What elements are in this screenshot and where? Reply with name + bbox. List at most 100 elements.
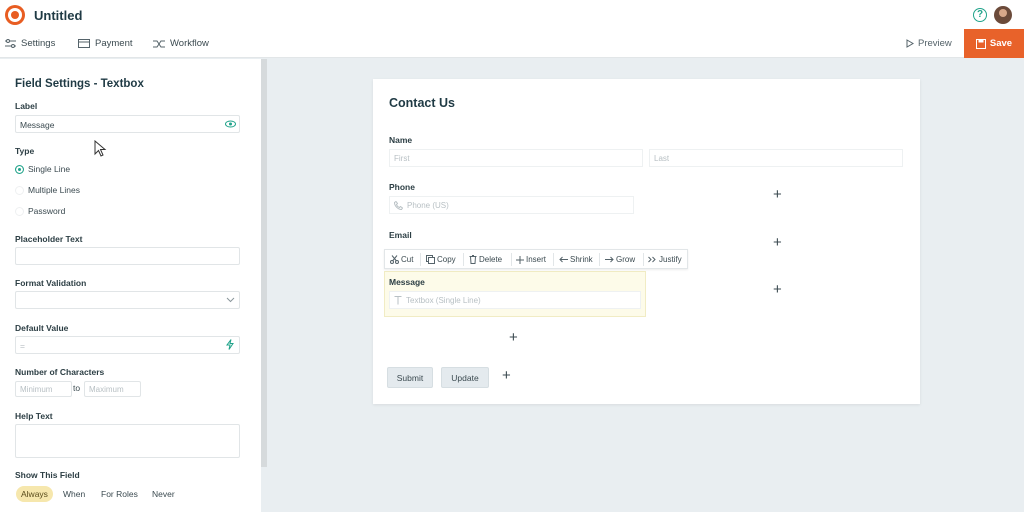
grow-icon	[605, 256, 614, 263]
phone-label[interactable]: Phone	[389, 182, 415, 192]
type-option-label: Multiple Lines	[28, 185, 80, 195]
help-text-input[interactable]	[15, 424, 240, 458]
textbox-icon	[394, 295, 402, 304]
help-text-heading: Help Text	[15, 411, 53, 421]
min-chars-input[interactable]: Minimum	[15, 381, 72, 397]
submit-button[interactable]: Submit	[387, 367, 433, 388]
default-heading: Default Value	[15, 323, 69, 333]
label-input[interactable]: Message	[15, 115, 240, 133]
divider	[553, 253, 554, 266]
show-option-never[interactable]: Never	[147, 486, 180, 502]
form-title-header[interactable]: Untitled	[34, 8, 82, 23]
divider	[643, 253, 644, 266]
preview-button[interactable]: Preview	[906, 38, 952, 49]
chars-heading: Number of Characters	[15, 367, 105, 377]
type-option-multiple-lines[interactable]: Multiple Lines	[15, 185, 80, 195]
eye-icon[interactable]	[225, 120, 236, 128]
max-chars-input[interactable]: Maximum	[84, 381, 141, 397]
insert-button[interactable]: Insert	[516, 255, 546, 264]
grow-label: Grow	[616, 255, 636, 264]
placeholder-input[interactable]	[15, 247, 240, 265]
workflow-icon	[153, 40, 165, 47]
form-canvas	[373, 79, 920, 404]
panel-title: Field Settings - Textbox	[15, 78, 144, 90]
last-name-input[interactable]: Last	[649, 149, 903, 167]
form-title[interactable]: Contact Us	[389, 96, 455, 110]
min-chars-placeholder: Minimum	[20, 385, 53, 394]
chevron-down-icon	[226, 297, 235, 303]
type-option-single-line[interactable]: Single Line	[15, 164, 70, 174]
add-field-plus-icon[interactable]: +	[773, 187, 782, 202]
first-name-placeholder: First	[394, 153, 410, 163]
type-option-label: Single Line	[28, 164, 71, 174]
divider	[463, 253, 464, 266]
add-row-plus-icon[interactable]: +	[509, 330, 518, 345]
copy-icon	[426, 255, 435, 264]
divider	[420, 253, 421, 266]
delete-icon	[469, 255, 477, 264]
copy-button[interactable]: Copy	[426, 255, 456, 264]
justify-label: Justify	[659, 255, 682, 264]
message-placeholder: Textbox (Single Line)	[406, 295, 481, 305]
panel-scrollbar[interactable]	[261, 59, 267, 467]
show-option-always[interactable]: Always	[16, 486, 53, 502]
avatar[interactable]	[994, 6, 1012, 24]
top-header: Untitled ?	[0, 0, 1024, 30]
type-heading: Type	[15, 146, 35, 156]
workflow-label: Workflow	[170, 38, 209, 49]
update-button[interactable]: Update	[441, 367, 489, 388]
divider	[599, 253, 600, 266]
name-label[interactable]: Name	[389, 135, 412, 145]
payment-label: Payment	[95, 38, 133, 49]
format-heading: Format Validation	[15, 278, 87, 288]
cut-button[interactable]: Cut	[390, 255, 413, 264]
first-name-input[interactable]: First	[389, 149, 643, 167]
shrink-button[interactable]: Shrink	[559, 255, 593, 264]
phone-icon	[394, 200, 403, 210]
shrink-icon	[559, 256, 568, 263]
max-chars-placeholder: Maximum	[89, 385, 124, 394]
settings-label: Settings	[21, 38, 56, 49]
delete-label: Delete	[479, 255, 503, 264]
divider	[511, 253, 512, 266]
show-option-when[interactable]: When	[58, 486, 90, 502]
show-option-for-roles[interactable]: For Roles	[96, 486, 143, 502]
label-input-value: Message	[20, 120, 55, 130]
placeholder-heading: Placeholder Text	[15, 234, 83, 244]
payment-icon	[78, 39, 90, 48]
save-icon	[975, 38, 986, 49]
workflow-tab[interactable]: Workflow	[153, 38, 209, 49]
help-icon[interactable]: ?	[973, 8, 987, 22]
preview-label: Preview	[918, 38, 952, 49]
format-select[interactable]	[15, 291, 240, 309]
label-heading: Label	[15, 101, 38, 111]
message-input[interactable]: Textbox (Single Line)	[389, 291, 641, 309]
delete-button[interactable]: Delete	[469, 255, 502, 264]
add-field-plus-icon[interactable]: +	[773, 282, 782, 297]
default-value-text: =	[20, 341, 25, 351]
payment-tab[interactable]: Payment	[78, 38, 133, 49]
show-field-heading: Show This Field	[15, 470, 80, 480]
add-field-plus-icon[interactable]: +	[773, 235, 782, 250]
radio-selected[interactable]	[15, 164, 24, 174]
bolt-icon[interactable]	[226, 339, 234, 350]
grow-button[interactable]: Grow	[605, 255, 635, 264]
logo-icon[interactable]	[5, 5, 25, 25]
message-label[interactable]: Message	[389, 277, 425, 287]
insert-label: Insert	[526, 255, 547, 264]
justify-button[interactable]: Justify	[648, 255, 682, 264]
phone-input[interactable]: Phone (US)	[389, 196, 634, 214]
radio[interactable]	[15, 206, 24, 216]
chars-to-label: to	[73, 383, 81, 393]
phone-placeholder: Phone (US)	[407, 200, 449, 210]
email-label[interactable]: Email	[389, 230, 412, 240]
preview-icon	[906, 39, 914, 48]
add-button-plus-icon[interactable]: +	[502, 368, 511, 383]
type-option-password[interactable]: Password	[15, 206, 65, 216]
settings-tab[interactable]: Settings	[5, 38, 55, 49]
shrink-label: Shrink	[570, 255, 593, 264]
default-value-input[interactable]: =	[15, 336, 240, 354]
save-button[interactable]: Save	[964, 29, 1024, 58]
radio[interactable]	[15, 185, 24, 195]
mouse-cursor-icon	[94, 140, 107, 157]
